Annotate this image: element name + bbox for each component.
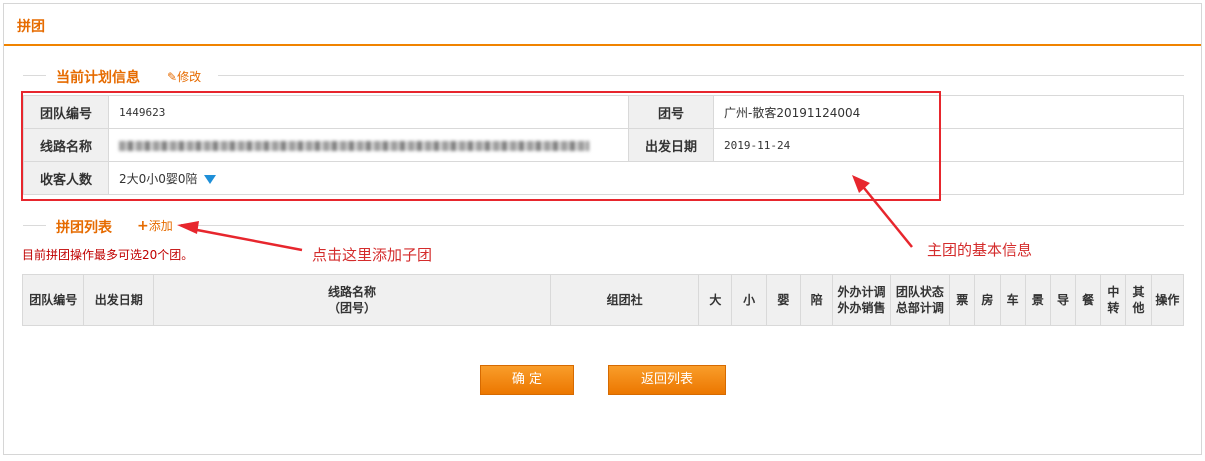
annotation-arrows [177,175,913,252]
arrow-to-main-info [852,175,913,248]
arrow-to-add-link [177,221,303,252]
